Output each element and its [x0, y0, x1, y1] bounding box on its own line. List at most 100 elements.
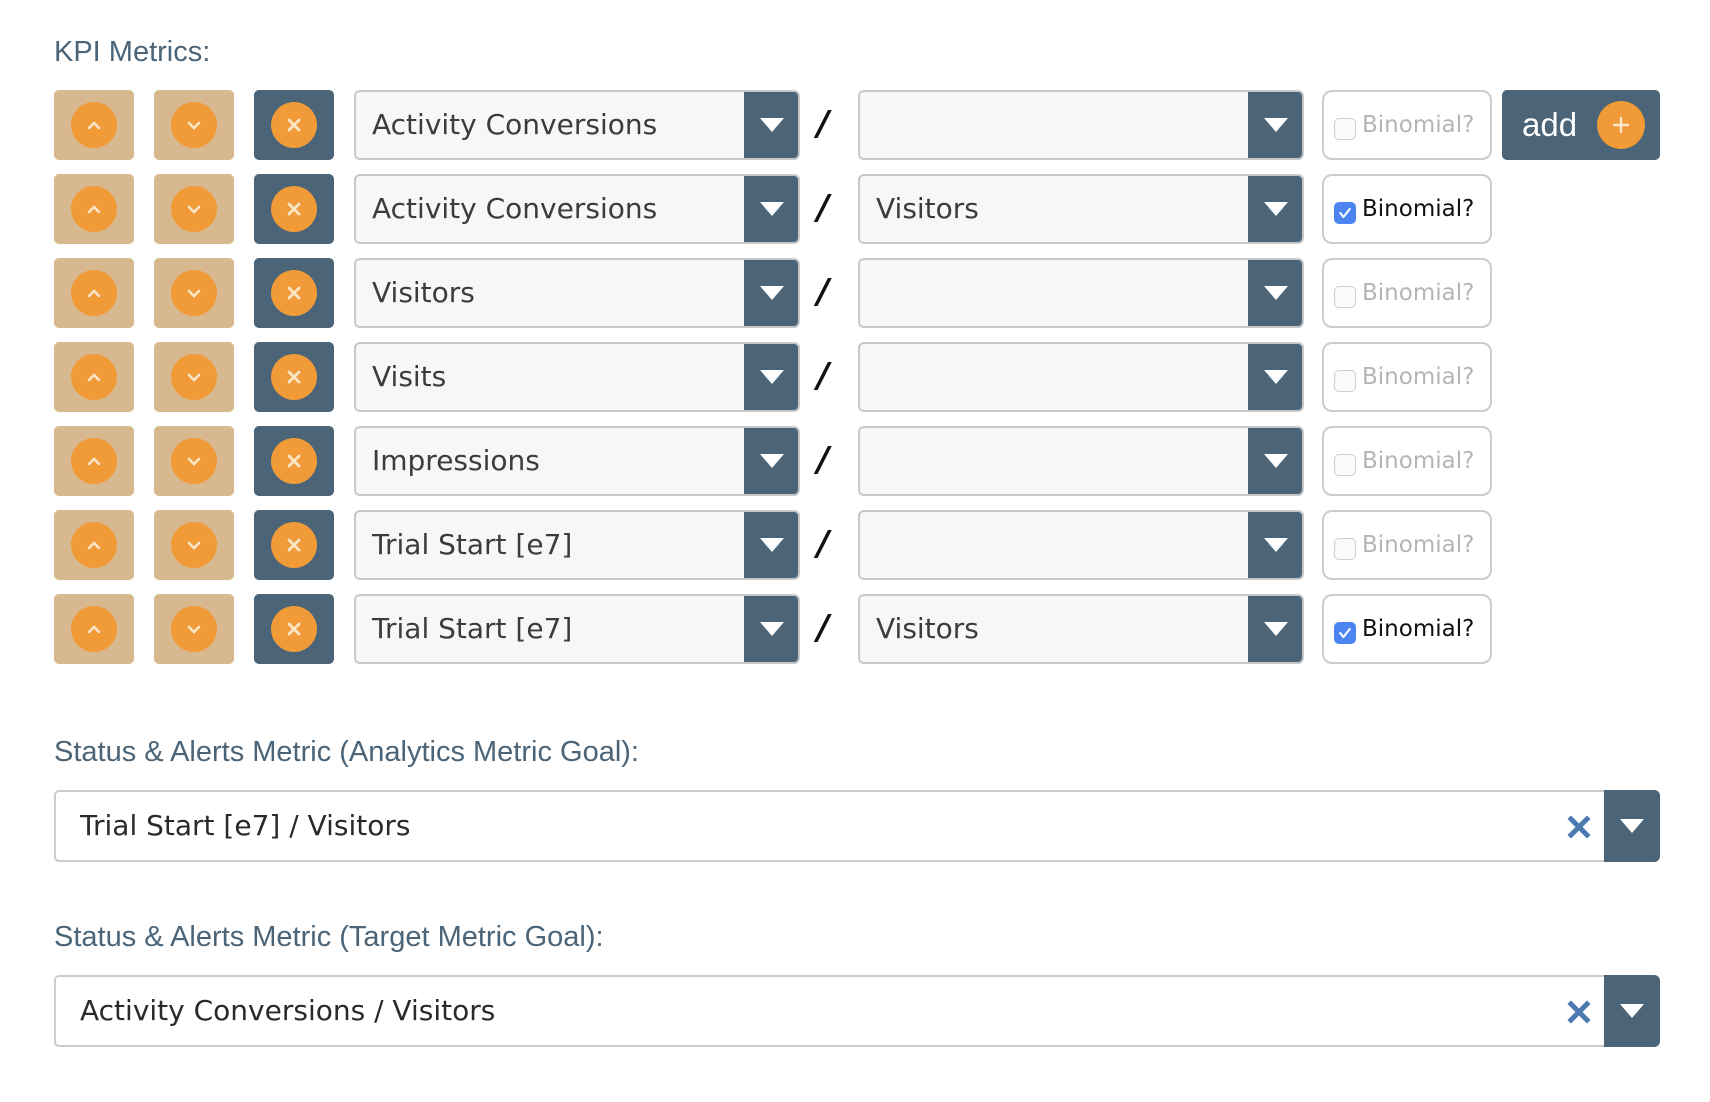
- dropdown-toggle[interactable]: [744, 260, 798, 326]
- dropdown-toggle[interactable]: [744, 344, 798, 410]
- kpi-metric-row: Visits / Binomial?: [0, 342, 1710, 412]
- dropdown-toggle[interactable]: [1248, 428, 1302, 494]
- dropdown-toggle[interactable]: [1604, 975, 1660, 1047]
- remove-metric-button[interactable]: [254, 426, 334, 496]
- numerator-select[interactable]: Trial Start [e7]: [354, 510, 800, 580]
- binomial-checkbox[interactable]: [1334, 454, 1356, 476]
- caret-down-icon: [760, 538, 784, 552]
- caret-down-icon: [760, 202, 784, 216]
- dropdown-toggle[interactable]: [1248, 596, 1302, 662]
- division-slash: /: [817, 356, 830, 396]
- remove-metric-button[interactable]: [254, 594, 334, 664]
- add-metric-button[interactable]: add: [1502, 90, 1660, 160]
- denominator-select[interactable]: [858, 342, 1304, 412]
- close-icon: [287, 118, 301, 132]
- chevron-down-icon: [187, 373, 201, 382]
- dropdown-toggle[interactable]: [1604, 790, 1660, 862]
- caret-down-icon: [760, 454, 784, 468]
- close-icon: [287, 202, 301, 216]
- dropdown-toggle[interactable]: [744, 176, 798, 242]
- move-up-button[interactable]: [54, 594, 134, 664]
- move-down-button[interactable]: [154, 342, 234, 412]
- numerator-select[interactable]: Activity Conversions: [354, 90, 800, 160]
- denominator-select[interactable]: [858, 426, 1304, 496]
- move-up-button[interactable]: [54, 342, 134, 412]
- dropdown-toggle[interactable]: [1248, 92, 1302, 158]
- move-up-button[interactable]: [54, 510, 134, 580]
- clear-selection-icon[interactable]: [1566, 814, 1592, 840]
- binomial-toggle[interactable]: Binomial?: [1322, 426, 1492, 496]
- add-label: add: [1522, 106, 1578, 143]
- remove-metric-button[interactable]: [254, 258, 334, 328]
- binomial-checkbox[interactable]: [1334, 118, 1356, 140]
- binomial-checkbox[interactable]: [1334, 622, 1356, 644]
- move-up-button[interactable]: [54, 174, 134, 244]
- move-down-button[interactable]: [154, 258, 234, 328]
- dropdown-toggle[interactable]: [744, 92, 798, 158]
- numerator-value: Visitors: [372, 276, 475, 309]
- binomial-checkbox[interactable]: [1334, 202, 1356, 224]
- move-down-button[interactable]: [154, 510, 234, 580]
- move-down-button[interactable]: [154, 174, 234, 244]
- caret-down-icon: [760, 286, 784, 300]
- target-goal-heading: Status & Alerts Metric (Target Metric Go…: [54, 921, 604, 953]
- denominator-select[interactable]: [858, 510, 1304, 580]
- dropdown-toggle[interactable]: [744, 512, 798, 578]
- binomial-toggle[interactable]: Binomial?: [1322, 174, 1492, 244]
- numerator-select[interactable]: Visitors: [354, 258, 800, 328]
- remove-metric-button[interactable]: [254, 174, 334, 244]
- numerator-select[interactable]: Visits: [354, 342, 800, 412]
- move-up-button[interactable]: [54, 426, 134, 496]
- caret-down-icon: [1264, 370, 1288, 384]
- move-up-button[interactable]: [54, 90, 134, 160]
- remove-metric-button[interactable]: [254, 342, 334, 412]
- denominator-select[interactable]: Visitors: [858, 174, 1304, 244]
- caret-down-icon: [760, 370, 784, 384]
- move-down-button[interactable]: [154, 594, 234, 664]
- numerator-select[interactable]: Activity Conversions: [354, 174, 800, 244]
- binomial-toggle[interactable]: Binomial?: [1322, 342, 1492, 412]
- denominator-select[interactable]: Visitors: [858, 594, 1304, 664]
- binomial-toggle[interactable]: Binomial?: [1322, 510, 1492, 580]
- move-down-button[interactable]: [154, 90, 234, 160]
- binomial-toggle[interactable]: Binomial?: [1322, 90, 1492, 160]
- caret-down-icon: [1264, 454, 1288, 468]
- chevron-up-icon: [87, 205, 101, 214]
- analytics-goal-select[interactable]: Trial Start [e7] / Visitors: [54, 790, 1660, 862]
- binomial-checkbox[interactable]: [1334, 286, 1356, 308]
- remove-metric-button[interactable]: [254, 90, 334, 160]
- binomial-checkbox[interactable]: [1334, 538, 1356, 560]
- binomial-toggle[interactable]: Binomial?: [1322, 258, 1492, 328]
- move-down-button[interactable]: [154, 426, 234, 496]
- clear-selection-icon[interactable]: [1566, 999, 1592, 1025]
- dropdown-toggle[interactable]: [1248, 512, 1302, 578]
- dropdown-toggle[interactable]: [1248, 260, 1302, 326]
- binomial-toggle[interactable]: Binomial?: [1322, 594, 1492, 664]
- dropdown-toggle[interactable]: [1248, 176, 1302, 242]
- denominator-value: Visitors: [876, 612, 979, 645]
- binomial-label: Binomial?: [1362, 616, 1475, 642]
- dropdown-toggle[interactable]: [744, 428, 798, 494]
- move-up-button[interactable]: [54, 258, 134, 328]
- numerator-select[interactable]: Trial Start [e7]: [354, 594, 800, 664]
- caret-down-icon: [760, 118, 784, 132]
- checkmark-icon: [1339, 207, 1351, 219]
- division-slash: /: [817, 440, 830, 480]
- denominator-select[interactable]: [858, 258, 1304, 328]
- remove-metric-button[interactable]: [254, 510, 334, 580]
- chevron-up-icon: [87, 457, 101, 466]
- chevron-down-icon: [187, 541, 201, 550]
- caret-down-icon: [760, 622, 784, 636]
- target-goal-select[interactable]: Activity Conversions / Visitors: [54, 975, 1660, 1047]
- binomial-checkbox[interactable]: [1334, 370, 1356, 392]
- chevron-down-icon: [187, 121, 201, 130]
- chevron-down-icon: [187, 205, 201, 214]
- caret-down-icon: [1620, 1004, 1644, 1018]
- dropdown-toggle[interactable]: [744, 596, 798, 662]
- target-goal-value: Activity Conversions / Visitors: [80, 994, 496, 1027]
- caret-down-icon: [1264, 202, 1288, 216]
- numerator-select[interactable]: Impressions: [354, 426, 800, 496]
- dropdown-toggle[interactable]: [1248, 344, 1302, 410]
- caret-down-icon: [1264, 538, 1288, 552]
- denominator-select[interactable]: [858, 90, 1304, 160]
